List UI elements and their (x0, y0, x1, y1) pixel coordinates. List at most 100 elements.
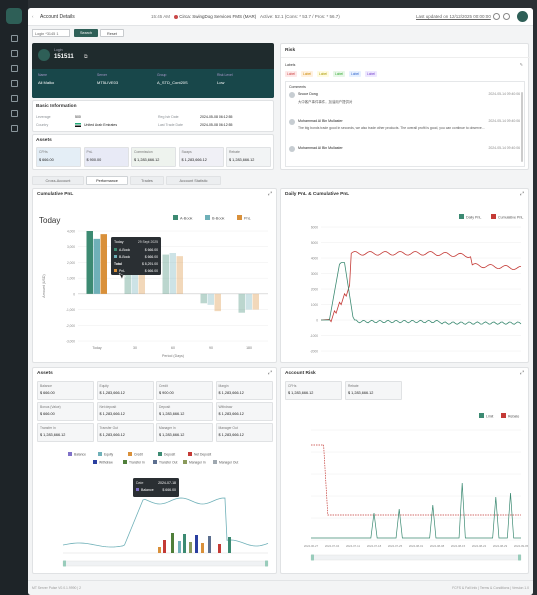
asset-tile: Withdraw $ 1,283,666.12 (215, 402, 273, 421)
label-tag[interactable]: Label (285, 71, 298, 77)
users-icon[interactable] (11, 125, 18, 132)
search-button[interactable]: Search (74, 29, 98, 37)
asset-bar[interactable] (218, 544, 221, 553)
label-tag[interactable]: Label (333, 71, 346, 77)
zoom-handle-right[interactable] (518, 554, 521, 561)
legend-label: PnL (244, 217, 251, 221)
risk-tile: CFHs $ 1,283,666.12 (285, 381, 342, 400)
login-label: Login (54, 48, 63, 52)
login-search-input[interactable]: Login *3145 1 (32, 29, 70, 37)
comment-avatar (289, 146, 295, 152)
equity-line[interactable] (62, 497, 269, 548)
asset-bar[interactable] (163, 540, 166, 553)
reports-icon[interactable] (11, 65, 18, 72)
limit-line[interactable] (311, 482, 521, 539)
legend-label: Credit (134, 453, 143, 457)
label-tag[interactable]: Label (301, 71, 314, 77)
asset-tile-value: $ 1,283,666.12 (159, 433, 185, 437)
asset-tile-label: Transfer In (40, 426, 56, 430)
bar-a-book[interactable] (238, 293, 246, 313)
asset-tile: Bonus (Value) $ 666.00 (37, 402, 94, 421)
tooltip-swatch (114, 269, 117, 272)
tooltip-swatch (136, 488, 139, 491)
bar-pnl[interactable] (252, 293, 260, 310)
name-label: Name (38, 73, 48, 77)
trades-icon[interactable] (11, 95, 18, 102)
rebate-line[interactable] (311, 444, 521, 516)
avatar[interactable] (517, 11, 528, 22)
asset-tile: Margin $ 1,283,666.12 (215, 381, 273, 400)
tab-trades[interactable]: Trades (130, 176, 164, 185)
expand-icon[interactable]: ⤢ (520, 370, 524, 376)
country-value: United Arab Emirates (84, 123, 118, 127)
zoom-handle-right[interactable] (265, 560, 268, 567)
back-icon[interactable]: ‹ (32, 14, 34, 19)
expand-icon[interactable]: ⤢ (520, 191, 524, 197)
settings-icon[interactable] (11, 110, 18, 117)
label-tag[interactable]: Label (365, 71, 378, 77)
tab-performance[interactable]: Performance (86, 176, 128, 185)
asset-bar[interactable] (158, 547, 161, 553)
cumulative-pnl-line[interactable] (320, 251, 522, 323)
edit-labels-icon[interactable]: ✎ (520, 62, 523, 67)
expand-icon[interactable]: ⤢ (268, 370, 272, 376)
tooltip-row-label: Total (114, 262, 122, 266)
tooltip-row-label: B-Book (119, 255, 130, 259)
last-trade-value: 2024-05-08 06:12:55 (200, 123, 233, 127)
risk-tile: Rebate $ 1,283,666.12 (345, 381, 402, 400)
bar-b-book[interactable] (245, 293, 253, 310)
asset-bar[interactable] (208, 536, 211, 553)
tooltip-date: 2024-07-18 (158, 481, 176, 485)
reg-date-label: Reg Istr Date (158, 115, 179, 119)
asset-tile-value: $ 1,283,666.12 (40, 433, 66, 437)
y-axis-label: Amount (USD) (42, 274, 46, 297)
bar-a-book[interactable] (200, 293, 208, 304)
label-tag[interactable]: Label (317, 71, 330, 77)
basic-info-card: Basic Information Leverage 500 Country U… (32, 100, 274, 132)
bar-pnl[interactable] (100, 234, 108, 294)
reset-button[interactable]: Reset (100, 29, 124, 37)
refresh-icon[interactable] (493, 13, 500, 20)
legend-label: Balance (74, 453, 86, 457)
asset-tile-value: $ 666.00 (39, 158, 54, 162)
legend-label: Withdraw (99, 461, 113, 465)
expand-icon[interactable]: ⤢ (268, 191, 272, 197)
dashboard-icon[interactable] (11, 35, 18, 42)
asset-bar[interactable] (183, 534, 186, 553)
last-trade-label: Last Trade Date (158, 123, 183, 127)
label-tag[interactable]: Label (349, 71, 362, 77)
bar-pnl[interactable] (214, 293, 222, 312)
asset-bar[interactable] (201, 543, 204, 553)
zoom-slider[interactable] (62, 560, 269, 567)
copy-icon[interactable]: ⧉ (84, 54, 88, 60)
zoom-slider[interactable] (310, 554, 522, 561)
asset-bar[interactable] (228, 537, 231, 553)
tab-account-statistic[interactable]: Account Statistic (166, 176, 221, 185)
x-tick-label: 90 (209, 346, 213, 350)
x-tick-label: 2024-08-22 (472, 544, 487, 548)
comments-scrollbar[interactable] (521, 92, 523, 162)
legend-label: Cumulative PnL (498, 216, 523, 220)
asset-bar[interactable] (178, 541, 181, 553)
asset-bar[interactable] (189, 542, 192, 553)
y-tick-label: 0 (316, 319, 318, 323)
daily-pnl-line[interactable] (321, 262, 522, 325)
accounts-icon[interactable] (11, 50, 18, 57)
legend-swatch (158, 452, 162, 456)
bar-a-book[interactable] (162, 254, 170, 294)
bar-a-book[interactable] (86, 231, 94, 294)
zoom-handle-left[interactable] (311, 554, 314, 561)
legend-swatch (123, 460, 127, 464)
asset-bar[interactable] (171, 533, 174, 553)
notification-icon[interactable] (503, 13, 510, 20)
tooltip-title: Today (114, 240, 124, 244)
bar-pnl[interactable] (176, 256, 184, 294)
bar-b-book[interactable] (93, 238, 101, 294)
risk-icon[interactable] (11, 80, 18, 87)
tab-cross-account[interactable]: Cross-Account (32, 176, 84, 185)
bar-b-book[interactable] (207, 293, 215, 305)
bar-b-book[interactable] (169, 253, 177, 294)
legend-label: B-Book (212, 217, 225, 221)
zoom-handle-left[interactable] (63, 560, 66, 567)
asset-bar[interactable] (195, 535, 198, 553)
